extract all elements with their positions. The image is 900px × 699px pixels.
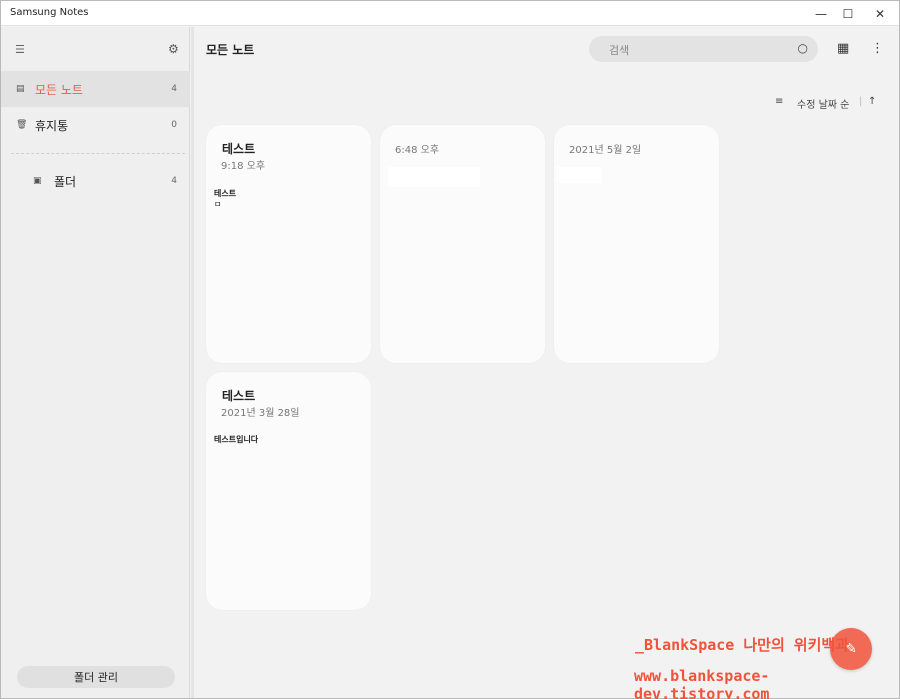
sidebar-item-label: 모든 노트 bbox=[35, 82, 83, 97]
sort-icon[interactable]: ≡ bbox=[775, 96, 783, 107]
sidebar-item-count: 0 bbox=[171, 120, 177, 130]
note-title: 테스트 bbox=[222, 389, 256, 403]
search-icon[interactable]: ○ bbox=[798, 41, 808, 55]
sidebar-item-folder[interactable]: ▣ 폴더 4 bbox=[1, 163, 190, 199]
note-thumbnail bbox=[388, 167, 480, 187]
sidebar-item-label: 휴지통 bbox=[35, 118, 69, 133]
sidebar-item-trash[interactable]: 🗑 휴지통 0 bbox=[1, 107, 190, 143]
gear-icon[interactable]: ⚙ bbox=[168, 42, 179, 56]
search-placeholder: 검색 bbox=[609, 44, 630, 57]
more-options-icon[interactable]: ⋮ bbox=[871, 41, 884, 56]
manage-folders-button[interactable]: 폴더 관리 bbox=[17, 666, 175, 688]
note-thumbnail bbox=[556, 167, 602, 183]
note-card[interactable]: 테스트 2021년 3월 28일 테스트입니다 bbox=[206, 372, 371, 610]
note-date: 2021년 3월 28일 bbox=[221, 408, 300, 419]
folder-icon: ▣ bbox=[33, 176, 42, 186]
sidebar-splitter[interactable] bbox=[191, 27, 194, 698]
trash-icon: 🗑 bbox=[16, 120, 28, 130]
note-card[interactable]: 6:48 오후 bbox=[380, 125, 545, 363]
note-card[interactable]: 테스트 9:18 오후 테스트 ㅁ bbox=[206, 125, 371, 363]
search-input[interactable]: 검색 ○ bbox=[589, 36, 818, 62]
sort-label[interactable]: 수정 날짜 순 bbox=[797, 96, 849, 111]
note-body: 테스트 bbox=[214, 189, 237, 198]
watermark-line1: _BlankSpace 나만의 위키백과 bbox=[635, 636, 850, 654]
sidebar-item-all-notes[interactable]: ▤ 모든 노트 4 bbox=[1, 71, 190, 107]
sort-direction-icon[interactable]: ↑ bbox=[868, 96, 876, 107]
page-title: 모든 노트 bbox=[206, 43, 255, 57]
sidebar-item-label: 폴더 bbox=[54, 174, 77, 189]
pdf-icon[interactable]: ▦ bbox=[837, 41, 849, 56]
minimize-button[interactable]: — bbox=[806, 1, 836, 26]
note-card[interactable]: 2021년 5월 2일 bbox=[554, 125, 719, 363]
watermark-line2: www.blankspace-dev.tistory.com bbox=[634, 667, 770, 699]
close-button[interactable]: ✕ bbox=[865, 1, 895, 26]
title-bar: Samsung Notes — ☐ ✕ bbox=[1, 1, 899, 26]
note-body: 테스트입니다 bbox=[214, 435, 259, 444]
menu-icon[interactable]: ☰ bbox=[15, 43, 25, 56]
note-title: 테스트 bbox=[222, 142, 256, 156]
note-date: 2021년 5월 2일 bbox=[569, 145, 642, 156]
note-date: 6:48 오후 bbox=[395, 145, 440, 156]
sidebar: ☰ ⚙ ▤ 모든 노트 4 🗑 휴지통 0 ▣ 폴더 4 폴더 관리 bbox=[1, 27, 190, 698]
note-body: ㅁ bbox=[214, 200, 222, 209]
app-window: Samsung Notes — ☐ ✕ ☰ ⚙ ▤ 모든 노트 4 🗑 휴지통 … bbox=[0, 0, 900, 699]
notes-icon: ▤ bbox=[16, 84, 25, 94]
maximize-button[interactable]: ☐ bbox=[833, 1, 863, 26]
sort-divider: | bbox=[859, 96, 863, 107]
sidebar-item-count: 4 bbox=[171, 84, 177, 94]
sidebar-divider bbox=[11, 153, 185, 154]
window-title: Samsung Notes bbox=[10, 7, 89, 18]
sidebar-item-count: 4 bbox=[171, 176, 177, 186]
note-date: 9:18 오후 bbox=[221, 161, 266, 172]
